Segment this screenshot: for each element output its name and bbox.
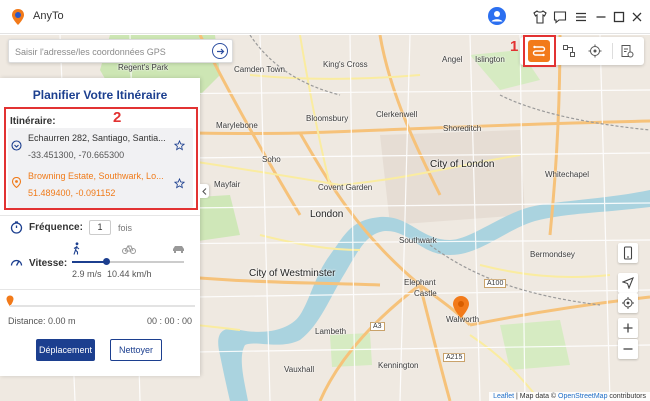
map-label: Covent Garden [318,183,373,192]
route-progress-bar [10,305,195,307]
map-label: Shoreditch [443,124,482,133]
device-icon[interactable] [618,243,638,263]
navigate-icon[interactable] [618,273,638,293]
jump-icon [563,45,575,57]
map-label: Elephant [404,278,436,287]
panel-title: Planifier Votre Itinéraire [32,88,168,102]
maximize-icon[interactable] [611,9,627,25]
divider [0,289,200,290]
minimize-icon[interactable] [593,9,609,25]
speed-slider[interactable] [72,258,184,265]
annotation-number-1: 1 [510,38,519,55]
annotation-box-2 [4,107,198,210]
chevron-left-icon [202,187,207,195]
car-icon[interactable] [172,244,185,254]
app-title: AnyTo [33,10,64,22]
osm-link[interactable]: OpenStreetMap [558,393,607,400]
speed-label: Vitesse: [29,258,68,269]
divider [0,215,200,216]
timer-icon [10,221,23,234]
leaflet-link[interactable]: Leaflet [493,393,514,400]
shirt-icon[interactable] [532,9,548,25]
speed-ms: 2.9 m/s [72,269,102,279]
map-label: City of Westminster [249,268,336,279]
map-label: Soho [262,155,281,164]
map-label: Islington [475,55,505,64]
map-label: Southwark [399,236,437,245]
map-label: Regent's Park [118,63,168,72]
menu-icon[interactable] [573,9,589,25]
history-button[interactable] [616,40,638,62]
frequency-input[interactable]: 1 [89,220,111,235]
close-icon[interactable] [629,9,645,25]
map-label: Whitechapel [545,170,590,179]
clear-button[interactable]: Nettoyer [110,339,162,361]
walk-icon[interactable] [71,242,82,255]
map-label: Clerkenwell [376,110,418,119]
frequency-unit: fois [118,223,133,233]
frequency-label: Fréquence: [29,222,83,233]
search-box [8,39,233,63]
road-shield: A3 [370,322,385,331]
feedback-icon[interactable] [552,9,568,25]
arrow-right-icon [216,48,224,54]
speedometer-icon [10,259,23,266]
annotation-number-2: 2 [113,109,122,126]
crosshair-icon [588,44,602,58]
map-label: Marylebone [216,121,258,130]
map-label: Angel [442,55,463,64]
move-button[interactable]: Déplacement [36,339,95,361]
map-label: King's Cross [323,60,368,69]
map-label: Bermondsey [530,250,575,259]
map-label: Bloomsbury [306,114,349,123]
road-shield: A215 [443,353,466,362]
map-label: City of London [430,159,495,170]
map-attribution: Leaflet | Map data © OpenStreetMap contr… [489,392,650,401]
separator [612,43,613,59]
zoom-out-icon[interactable] [618,339,638,359]
app-logo-icon [12,9,24,25]
teleport-button[interactable] [584,40,606,62]
title-bar: AnyTo [0,0,650,34]
time-readout: 00 : 00 : 00 [146,316,192,326]
history-icon [621,45,634,58]
map-label: Castle [414,289,437,298]
user-avatar-icon[interactable] [488,7,506,25]
map-label: Kennington [378,361,419,370]
destination-marker-icon[interactable] [452,295,470,319]
collapse-panel-button[interactable] [200,184,209,198]
bike-icon[interactable] [122,243,136,254]
annotation-box-1 [523,35,556,67]
search-input[interactable] [15,43,205,60]
map-label: Vauxhall [284,365,315,374]
map-label: Camden Town [234,65,285,74]
distance-readout: Distance: 0.00 m [8,316,76,326]
road-shield: A100 [484,279,507,288]
speed-slider-fill [72,261,106,263]
speed-slider-thumb[interactable] [102,258,110,265]
attribution-text: contributors [607,393,646,400]
search-go-button[interactable] [212,43,228,59]
speed-kmh: 10.44 km/h [107,269,152,279]
map-label: Mayfair [214,180,241,189]
locate-icon[interactable] [618,293,638,313]
map-label: London [310,209,344,220]
jump-teleport-button[interactable] [558,40,580,62]
zoom-in-icon[interactable] [618,318,638,338]
attribution-text: | Map data © [514,393,559,400]
map-label: Lambeth [315,327,347,336]
